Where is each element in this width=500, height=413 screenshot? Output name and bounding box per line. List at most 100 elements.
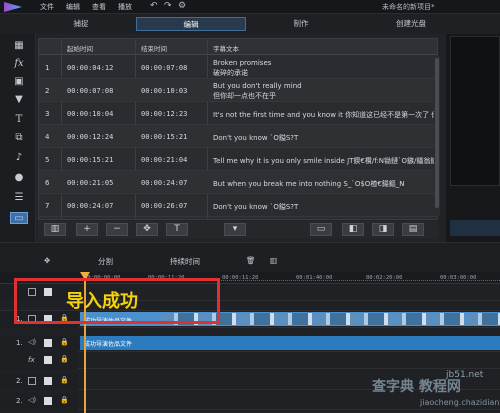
- project-title: 未命名的新项目*: [382, 3, 435, 11]
- split-button[interactable]: 分割: [98, 256, 113, 267]
- table-row[interactable]: 2 00:00:07:08 00:00:10:03 But you don't …: [39, 79, 437, 102]
- mode-tabs: 捕捉 编辑 制作 创建光盘: [0, 14, 500, 34]
- audio-clip-label: 成功导演佐品文件: [84, 341, 133, 348]
- subtitle-text-line2[interactable]: 破碎的承诺: [213, 68, 248, 78]
- table-row[interactable]: 1 00:00:04:12 00:00:07:08 Broken promise…: [39, 56, 437, 79]
- menu-edit[interactable]: 编辑: [66, 2, 80, 12]
- end-time[interactable]: 00:00:07:08: [141, 64, 187, 72]
- end-time[interactable]: 00:00:10:03: [141, 87, 187, 95]
- app-logo-icon: [4, 2, 22, 12]
- menu-view[interactable]: 查看: [92, 2, 106, 12]
- preview-panel: ▷ ▢: [446, 34, 500, 266]
- lock-icon[interactable]: 🔒: [60, 355, 69, 363]
- font-settings-icon[interactable]: ▤: [402, 223, 424, 236]
- subtitle-text[interactable]: Broken promises: [213, 59, 271, 67]
- lock-icon[interactable]: 🔒: [60, 376, 69, 384]
- magic-icon[interactable]: ✥: [44, 256, 50, 265]
- table-row[interactable]: 5 00:00:15:21 00:00:21:04 Tell me why it…: [39, 148, 437, 171]
- speaker-icon[interactable]: ◁): [28, 338, 36, 346]
- tab-disc[interactable]: 创建光盘: [356, 17, 466, 31]
- end-time[interactable]: 00:00:15:21: [141, 133, 187, 141]
- import-srt-icon[interactable]: ◧: [342, 223, 364, 236]
- menu-file[interactable]: 文件: [40, 2, 54, 12]
- track-enable-checkbox[interactable]: [44, 397, 52, 405]
- media-icon[interactable]: ▦: [12, 40, 26, 52]
- subtitle-text[interactable]: It's not the first time and you know it …: [213, 110, 437, 120]
- table-row[interactable]: 4 00:00:12:24 00:00:15:21 Don't you know…: [39, 125, 437, 148]
- track-header: fx 🔒: [0, 352, 78, 369]
- subtitle-text[interactable]: Don't you know `O鎰S?T: [213, 202, 298, 212]
- audio-clip[interactable]: [80, 336, 500, 350]
- chapter-marker-icon[interactable]: ▥: [270, 256, 277, 265]
- start-time[interactable]: 00:00:15:21: [67, 156, 113, 164]
- menu-bar: 文件 编辑 查看 播放 ↶ ↷ ⚙ 未命名的新项目*: [0, 0, 500, 14]
- start-time[interactable]: 00:00:12:24: [67, 133, 113, 141]
- table-scrollbar[interactable]: [434, 56, 440, 216]
- tab-share[interactable]: 制作: [246, 17, 356, 31]
- gear-icon[interactable]: ⚙: [178, 1, 186, 11]
- table-row[interactable]: 7 00:00:24:07 00:00:26:07 Don't you know…: [39, 194, 437, 217]
- end-time[interactable]: 00:00:21:04: [141, 156, 187, 164]
- audio-icon[interactable]: ♪: [12, 152, 26, 164]
- track-label: 2.: [16, 397, 23, 405]
- dropdown-button[interactable]: ▾: [224, 223, 246, 236]
- track-enable-checkbox[interactable]: [44, 356, 52, 364]
- start-time[interactable]: 00:00:24:07: [67, 202, 113, 210]
- export-srt-icon[interactable]: ◨: [372, 223, 394, 236]
- highlight-caption: 导入成功: [66, 291, 138, 312]
- lock-icon[interactable]: 🔒: [60, 396, 69, 404]
- fx-icon[interactable]: fx: [12, 58, 26, 70]
- video-track-icon[interactable]: [28, 377, 36, 385]
- row-number: 4: [45, 133, 50, 141]
- subtitle-text[interactable]: Tell me why it is you only smile inside …: [213, 156, 437, 166]
- folder-icon[interactable]: ▭: [310, 223, 332, 236]
- subtitle-text-line2[interactable]: 但你却一点也不在乎: [213, 91, 276, 101]
- start-time[interactable]: 00:00:04:12: [67, 64, 113, 72]
- watermark-corner: jb51.net: [446, 370, 484, 380]
- header-text: 字幕文本: [213, 45, 239, 53]
- scrollbar-thumb[interactable]: [435, 58, 439, 208]
- tab-edit[interactable]: 编辑: [136, 17, 246, 31]
- text-format-button[interactable]: T: [166, 223, 188, 236]
- subtitle-text[interactable]: But when you break me into nothing S_`O$…: [213, 179, 405, 189]
- move-button[interactable]: ✥: [136, 223, 158, 236]
- track-enable-checkbox[interactable]: [44, 377, 52, 385]
- start-time[interactable]: 00:00:10:04: [67, 110, 113, 118]
- start-time[interactable]: 00:00:07:08: [67, 87, 113, 95]
- table-header: 起始时间 结束时间 字幕文本: [39, 39, 437, 55]
- undo-icon[interactable]: ↶: [150, 1, 158, 11]
- start-time[interactable]: 00:00:21:05: [67, 179, 113, 187]
- watermark-url: jiaocheng.chazidian.com: [420, 398, 500, 407]
- header-start: 起始时间: [67, 45, 93, 53]
- record-icon[interactable]: ●: [12, 172, 26, 184]
- end-time[interactable]: 00:00:12:23: [141, 110, 187, 118]
- end-time[interactable]: 00:00:24:07: [141, 179, 187, 187]
- tab-capture[interactable]: 捕捉: [26, 17, 136, 31]
- table-row[interactable]: 3 00:00:10:04 00:00:12:23 It's not the f…: [39, 102, 437, 125]
- chapter-icon[interactable]: ☰: [12, 192, 26, 204]
- preview-scrubber[interactable]: [450, 220, 500, 236]
- subtitle-table: 起始时间 结束时间 字幕文本 1 00:00:04:12 00:00:07:08…: [38, 38, 438, 220]
- speaker-icon[interactable]: ◁): [28, 396, 36, 404]
- add-subtitle-button[interactable]: +: [76, 223, 98, 236]
- transition-icon[interactable]: ⧉: [12, 132, 26, 144]
- library-toolbar: ▦ fx ▣ ▼ T ⧉ ♪ ● ☰ ▭: [0, 34, 36, 242]
- end-time[interactable]: 00:00:26:07: [141, 202, 187, 210]
- subtitle-text[interactable]: But you don't really mind: [213, 82, 302, 90]
- subtitle-text[interactable]: Don't you know `O鎰S?T: [213, 133, 298, 143]
- import-icon[interactable]: ▥: [44, 223, 66, 236]
- subtitle-icon[interactable]: ▭: [10, 212, 28, 224]
- track-label: 1.: [16, 339, 23, 347]
- redo-icon[interactable]: ↷: [164, 1, 172, 11]
- row-number: 2: [45, 87, 50, 95]
- remove-subtitle-button[interactable]: −: [106, 223, 128, 236]
- duration-button[interactable]: 持续时间: [170, 256, 200, 267]
- title-icon[interactable]: T: [12, 114, 26, 126]
- delete-icon[interactable]: 🗑: [246, 256, 256, 265]
- table-row[interactable]: 6 00:00:21:05 00:00:24:07 But when you b…: [39, 171, 437, 194]
- color-icon[interactable]: ▼: [12, 94, 26, 106]
- menu-play[interactable]: 播放: [118, 2, 132, 12]
- lock-icon[interactable]: 🔒: [60, 338, 69, 346]
- track-enable-checkbox[interactable]: [44, 339, 52, 347]
- overlay-icon[interactable]: ▣: [12, 76, 26, 88]
